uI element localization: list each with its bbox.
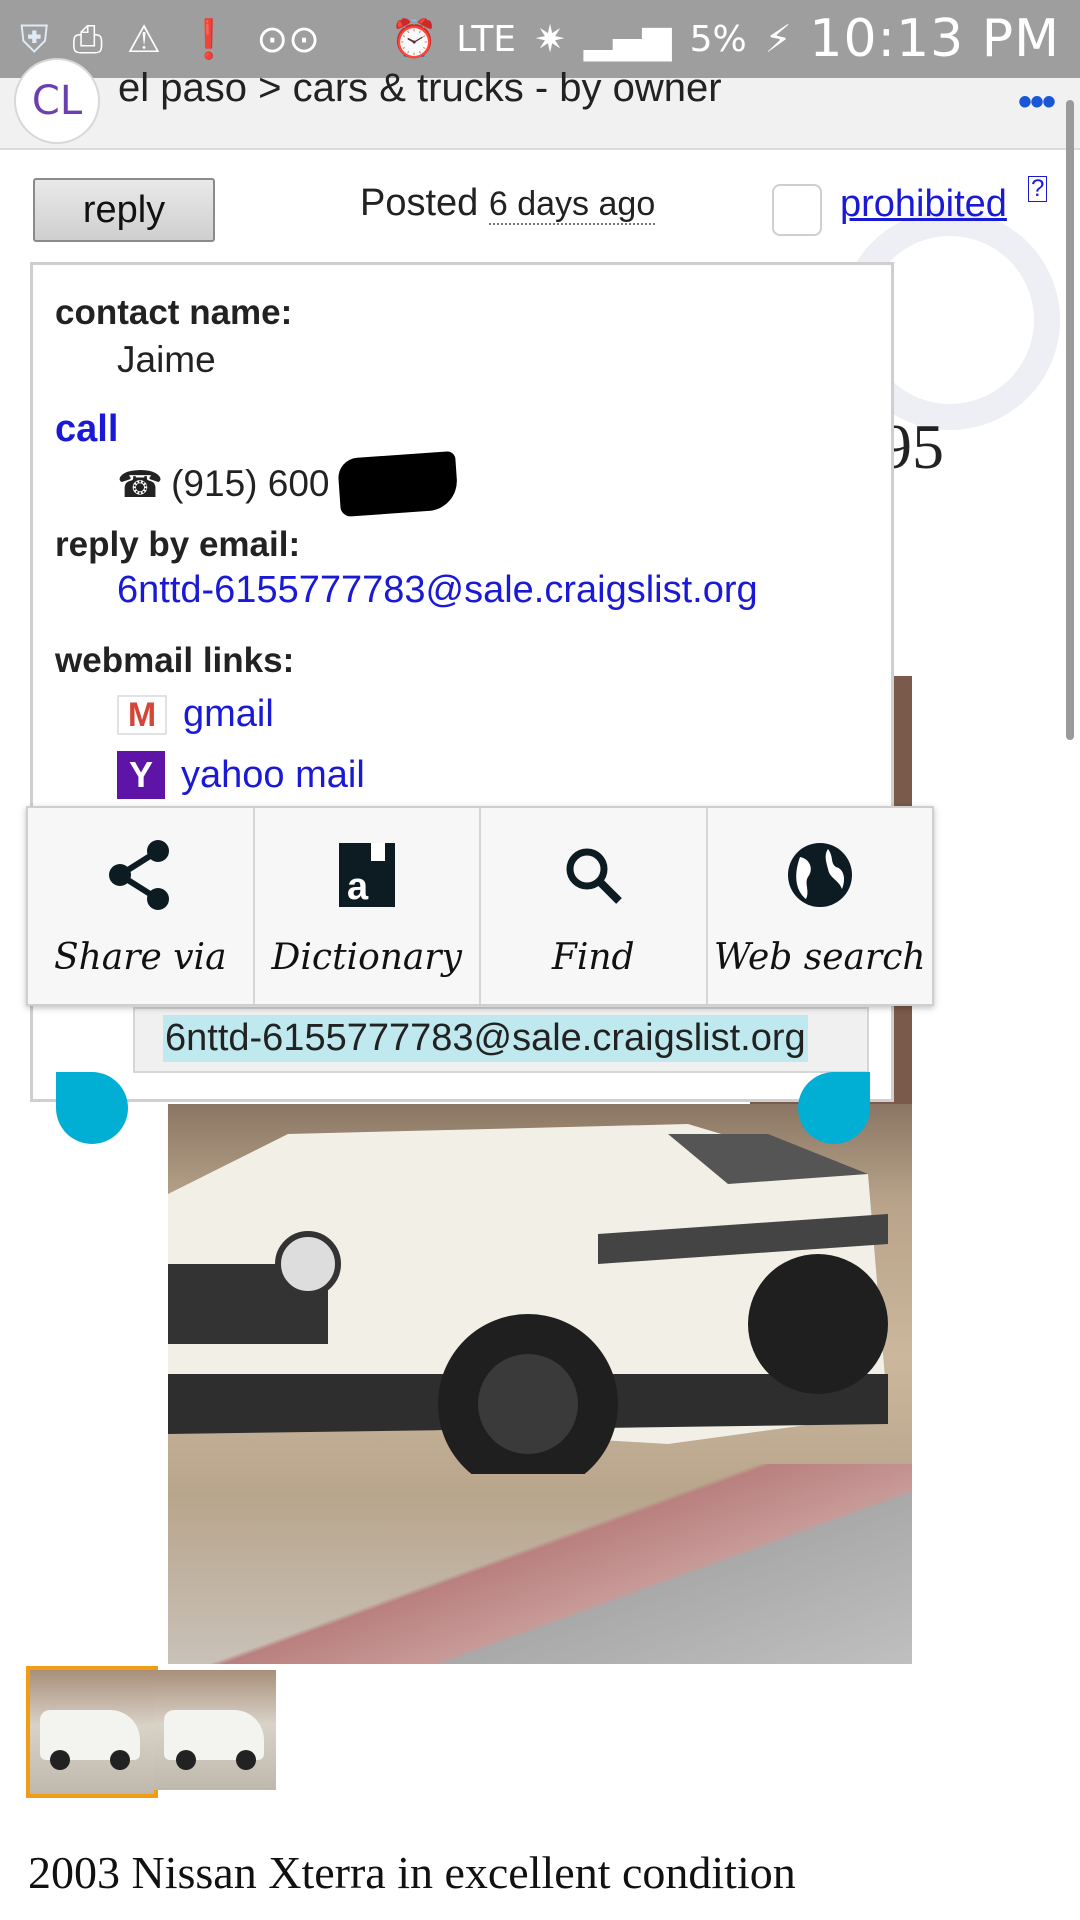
selection-handle-end[interactable] bbox=[798, 1072, 870, 1144]
listing-photo[interactable] bbox=[168, 1104, 912, 1664]
share-icon bbox=[100, 835, 180, 915]
web-search-button[interactable]: Web search bbox=[708, 808, 933, 1004]
breadcrumb[interactable]: el paso > cars & trucks - by owner bbox=[118, 66, 722, 111]
reply-email-link[interactable]: 6nttd-6155777783@sale.craigslist.org bbox=[117, 569, 758, 612]
thumbnail-wheel bbox=[236, 1750, 256, 1770]
yahoo-mail-link[interactable]: Y yahoo mail bbox=[117, 751, 365, 799]
gmail-icon: M bbox=[117, 694, 167, 735]
contact-name-label: contact name: bbox=[55, 293, 293, 332]
listing-title: 2003 Nissan Xterra in excellent conditio… bbox=[28, 1847, 796, 1898]
web-search-label: Web search bbox=[713, 936, 926, 978]
alert-icon: ❗ bbox=[185, 17, 233, 61]
phone-icon: ☎ bbox=[117, 463, 164, 505]
sync-icon: ✷ bbox=[534, 17, 566, 61]
share-via-label: Share via bbox=[53, 936, 227, 978]
curb bbox=[168, 1464, 912, 1664]
thumbnail-wheel bbox=[176, 1750, 196, 1770]
posted-ago: 6 days ago bbox=[488, 185, 656, 225]
text-selection-toolbar: Share via a Dictionary Find Web search bbox=[26, 806, 934, 1006]
prohibited-link[interactable]: prohibited bbox=[840, 183, 1007, 226]
dictionary-label: Dictionary bbox=[271, 936, 462, 978]
alarm-icon: ⏰ bbox=[390, 17, 439, 61]
posted-prefix: Posted bbox=[360, 182, 479, 224]
battery-icon: ⚡ bbox=[764, 17, 792, 61]
download-icon: ⎙ bbox=[72, 17, 103, 61]
thumbnail-2[interactable] bbox=[154, 1670, 276, 1790]
craigslist-logo[interactable]: CL bbox=[14, 58, 100, 144]
clock: 10:13 PM bbox=[809, 9, 1060, 69]
thumbnail-wheel bbox=[110, 1750, 130, 1770]
share-via-button[interactable]: Share via bbox=[28, 808, 255, 1004]
webmail-label: webmail links: bbox=[55, 641, 295, 680]
phone-value: (915) 600 bbox=[171, 463, 330, 504]
globe-icon bbox=[780, 835, 860, 915]
svg-text:a: a bbox=[347, 866, 369, 908]
yahoo-mail-label: yahoo mail bbox=[181, 753, 365, 796]
find-label: Find bbox=[551, 936, 635, 978]
search-icon bbox=[553, 835, 633, 915]
dictionary-button[interactable]: a Dictionary bbox=[255, 808, 481, 1004]
more-menu-button[interactable]: ••• bbox=[1018, 80, 1056, 125]
scrollbar[interactable] bbox=[1066, 100, 1074, 740]
status-right: ⏰ LTE ✷ ▂▄▆ 5% ⚡ 10:13 PM bbox=[391, 9, 1060, 69]
help-link[interactable]: ? bbox=[1028, 176, 1048, 202]
notification-icons: ⛨ ⎙ ⚠ ❗ ⊙⊙ bbox=[20, 20, 320, 58]
gmail-link[interactable]: M gmail bbox=[117, 693, 274, 736]
battery-percent: 5% bbox=[689, 18, 747, 60]
reply-email-label: reply by email: bbox=[55, 525, 301, 564]
reply-button[interactable]: reply bbox=[33, 178, 215, 242]
car-illustration bbox=[168, 1124, 888, 1474]
gmail-label: gmail bbox=[183, 693, 274, 735]
posted-date: Posted 6 days ago bbox=[360, 182, 656, 225]
warning-icon: ⚠ bbox=[126, 17, 161, 61]
call-link[interactable]: call bbox=[55, 408, 118, 451]
voicemail-icon: ⊙⊙ bbox=[256, 17, 321, 61]
thumbnail-1[interactable] bbox=[26, 1666, 158, 1798]
network-type: LTE bbox=[456, 18, 517, 60]
redaction-mark bbox=[337, 450, 460, 518]
find-button[interactable]: Find bbox=[481, 808, 708, 1004]
prohibited-checkbox[interactable] bbox=[772, 184, 822, 236]
signal-icon: ▂▄▆ bbox=[583, 17, 672, 61]
yahoo-icon: Y bbox=[117, 751, 165, 799]
shield-icon: ⛨ bbox=[20, 17, 49, 61]
phone-number[interactable]: ☎ (915) 600 bbox=[117, 450, 460, 518]
selected-email-text[interactable]: 6nttd-6155777783@sale.craigslist.org bbox=[163, 1015, 808, 1062]
thumbnail-wheel bbox=[50, 1750, 70, 1770]
selection-handle-start[interactable] bbox=[56, 1072, 128, 1144]
dictionary-icon: a bbox=[327, 835, 407, 915]
page-header: CL el paso > cars & trucks - by owner ••… bbox=[0, 58, 1080, 150]
contact-name-value: Jaime bbox=[117, 339, 216, 380]
